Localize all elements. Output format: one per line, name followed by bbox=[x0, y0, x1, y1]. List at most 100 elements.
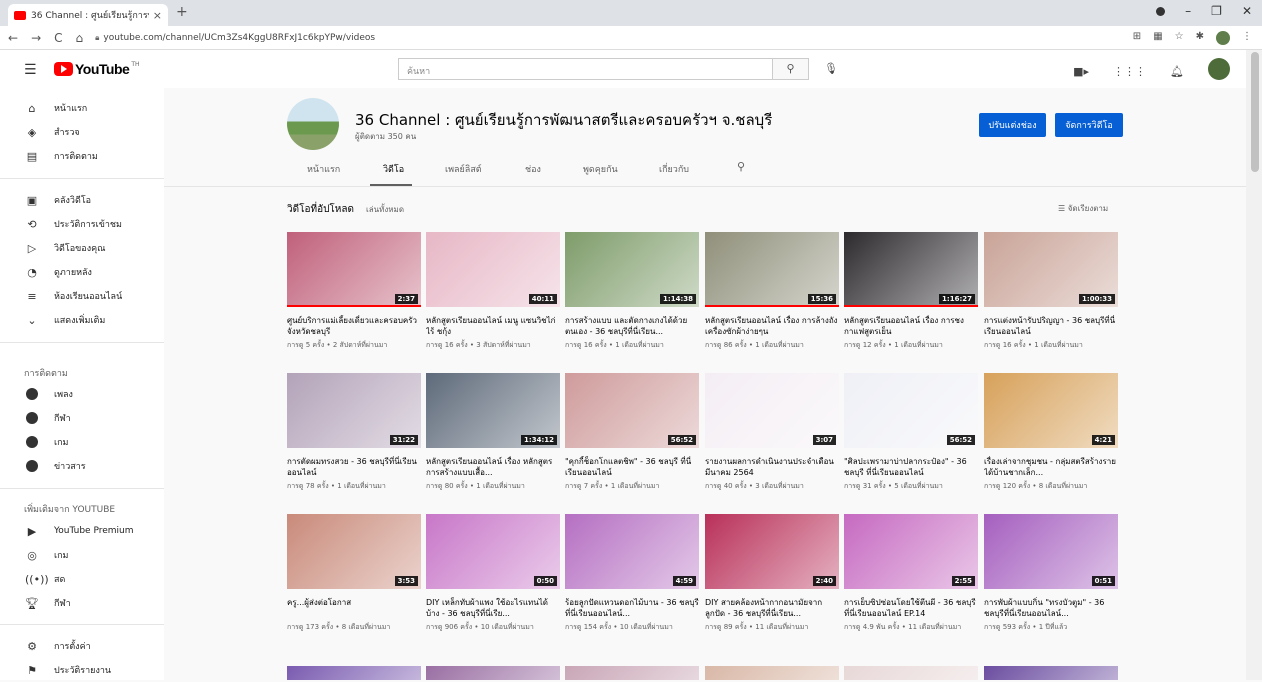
back-icon[interactable]: ← bbox=[8, 31, 18, 45]
video-thumbnail[interactable]: 40:11 bbox=[426, 232, 560, 307]
sidebar-item-your-videos[interactable]: ▷ วิดีโอของคุณ bbox=[0, 236, 164, 260]
sidebar-item-youtube-premium[interactable]: ▶ YouTube Premium bbox=[0, 519, 164, 543]
new-tab-button[interactable]: + bbox=[176, 4, 188, 20]
video-card[interactable]: 4:21 เรื่องเล่าจากชุมชน - กลุ่มสตรีสร้างร… bbox=[984, 373, 1118, 491]
search-button[interactable]: ⚲ bbox=[773, 58, 809, 80]
sidebar-item-show-more[interactable]: ⌄ แสดงเพิ่มเติม bbox=[0, 308, 164, 332]
video-thumbnail[interactable]: 3:53 bbox=[287, 514, 421, 589]
video-thumbnail-partial[interactable] bbox=[287, 666, 421, 680]
sidebar-sub-gaming[interactable]: เกม bbox=[0, 430, 164, 454]
tab-playlists[interactable]: เพลย์ลิสต์ bbox=[445, 162, 482, 176]
video-thumbnail[interactable]: 2:40 bbox=[705, 514, 839, 589]
tab-channels[interactable]: ช่อง bbox=[525, 162, 541, 176]
lock-icon[interactable]: 🔒︎ bbox=[95, 33, 99, 43]
video-thumbnail[interactable]: 31:22 bbox=[287, 373, 421, 448]
sidebar-item-settings[interactable]: ⚙ การตั้งค่า bbox=[0, 634, 164, 658]
video-title[interactable]: การแต่งหน้ารับปริญญา - 36 ชลบุรีที่นี่เร… bbox=[984, 315, 1118, 337]
channel-search-icon[interactable]: ⚲ bbox=[737, 160, 745, 173]
video-card[interactable]: 40:11 หลักสูตรเรียนออนไลน์ เมนู แซนวิชไก่… bbox=[426, 232, 560, 350]
translate-icon[interactable]: ⊞ bbox=[1133, 31, 1141, 45]
puzzle-icon[interactable]: ✱ bbox=[1196, 31, 1204, 45]
video-thumbnail[interactable]: 0:51 bbox=[984, 514, 1118, 589]
video-title[interactable]: การเย็บซิปซ่อนโดยใช้ตีนผี - 36 ชลบุรีที่… bbox=[844, 597, 978, 619]
tab-about[interactable]: เกี่ยวกับ bbox=[659, 162, 689, 176]
apps-grid-icon[interactable]: ⋮⋮⋮ bbox=[1113, 65, 1146, 78]
video-title[interactable]: "ศิลปะเพรามาบ่าปลากระป๋อง" - 36 ชลบุรี ท… bbox=[844, 456, 978, 478]
video-thumbnail[interactable]: 56:52 bbox=[565, 373, 699, 448]
video-thumbnail-partial[interactable] bbox=[844, 666, 978, 680]
tab-discussion[interactable]: พูดคุยกัน bbox=[583, 162, 618, 176]
customize-channel-button[interactable]: ปรับแต่งช่อง bbox=[979, 113, 1046, 137]
close-tab-icon[interactable]: × bbox=[153, 9, 162, 22]
video-title[interactable]: DIY เหล็กทับผ้าแพง ใช้อะไรแทนได้บ้าง - 3… bbox=[426, 597, 560, 619]
profile-dot-icon[interactable] bbox=[1156, 7, 1166, 16]
video-thumbnail[interactable]: 4:21 bbox=[984, 373, 1118, 448]
video-title[interactable]: หลักสูตรเรียนออนไลน์ เรื่อง การล้างถังเค… bbox=[705, 315, 839, 337]
video-thumbnail[interactable]: 3:07 bbox=[705, 373, 839, 448]
sidebar-item-watch-later[interactable]: ◔ ดูภายหลัง bbox=[0, 260, 164, 284]
hamburger-menu-icon[interactable]: ☰ bbox=[24, 62, 37, 78]
video-card[interactable]: 1:14:38 การสร้างแบบ และตัดกางเกงได้ด้วยตน… bbox=[565, 232, 699, 350]
youtube-logo[interactable]: YouTube TH bbox=[54, 61, 140, 77]
video-thumbnail-partial[interactable] bbox=[426, 666, 560, 680]
video-title[interactable]: "คุกกี้ช็อกโกแลตชิพ" - 36 ชลบุรี ที่นี่เ… bbox=[565, 456, 699, 478]
video-title[interactable]: DIY สายคล้องหน้ากากอนามัยจากลูกปัด - 36 … bbox=[705, 597, 839, 619]
star-icon[interactable]: ☆ bbox=[1175, 31, 1184, 45]
browser-tab[interactable]: 36 Channel : ศูนย์เรียนรู้การพัฒนาส × bbox=[8, 4, 168, 26]
sidebar-item-report-history[interactable]: ⚑ ประวัติรายงาน bbox=[0, 658, 164, 682]
notifications-bell-icon[interactable]: 🔔︎ bbox=[1170, 65, 1184, 78]
video-title[interactable]: หลักสูตรเรียนออนไลน์ เรื่อง การชงกาแฟสูต… bbox=[844, 315, 978, 337]
sidebar-item-sports[interactable]: 🏆︎ กีฬา bbox=[0, 591, 164, 615]
video-title[interactable]: เรื่องเล่าจากชุมชน - กลุ่มสตรีสร้างรายได… bbox=[984, 456, 1118, 478]
minimize-icon[interactable]: – bbox=[1185, 4, 1191, 18]
url-text[interactable]: youtube.com/channel/UCm3Zs4KggU8RFxJ1c6k… bbox=[103, 33, 375, 43]
video-title[interactable]: หลักสูตรเรียนออนไลน์ เมนู แซนวิชไก่ไร้ ช… bbox=[426, 315, 560, 337]
create-video-icon[interactable]: ■▸ bbox=[1073, 65, 1089, 78]
sidebar-item-live[interactable]: ((•)) สด bbox=[0, 567, 164, 591]
sidebar-sub-music[interactable]: เพลง bbox=[0, 382, 164, 406]
search-input[interactable]: ค้นหา bbox=[398, 58, 773, 80]
video-title[interactable]: หลักสูตรเรียนออนไลน์ เรื่อง หลักสูตรการส… bbox=[426, 456, 560, 478]
sidebar-item-library[interactable]: ▣ คลังวิดีโอ bbox=[0, 188, 164, 212]
scrollbar-thumb[interactable] bbox=[1251, 52, 1259, 172]
video-title[interactable]: รายงานผลการดำเนินงานประจำเดือนมีนาคม 256… bbox=[705, 456, 839, 478]
video-thumbnail[interactable]: 1:00:33 bbox=[984, 232, 1118, 307]
video-card[interactable]: 1:00:33 การแต่งหน้ารับปริญญา - 36 ชลบุรีท… bbox=[984, 232, 1118, 350]
video-card[interactable]: 0:50 DIY เหล็กทับผ้าแพง ใช้อะไรแทนได้บ้าง… bbox=[426, 514, 560, 632]
video-card[interactable]: 1:16:27 หลักสูตรเรียนออนไลน์ เรื่อง การชง… bbox=[844, 232, 978, 350]
video-thumbnail-partial[interactable] bbox=[565, 666, 699, 680]
video-card[interactable]: 56:52 "คุกกี้ช็อกโกแลตชิพ" - 36 ชลบุรี ที… bbox=[565, 373, 699, 491]
close-window-icon[interactable]: ✕ bbox=[1242, 4, 1252, 18]
extension-icon[interactable]: ▦ bbox=[1153, 31, 1162, 45]
video-card[interactable]: 4:59 ร้อยลูกปัดแหวนดอกไม้บาน - 36 ชลบุรีท… bbox=[565, 514, 699, 632]
video-card[interactable]: 3:53 ครู...ผู้ส่งต่อโอกาส การดู 173 ครั้ง … bbox=[287, 514, 421, 632]
sidebar-item-explore[interactable]: ◈ สำรวจ bbox=[0, 120, 164, 144]
video-card[interactable]: 31:22 การตัดผมทรงสวย - 36 ชลบุรีที่นี่เรี… bbox=[287, 373, 421, 491]
video-thumbnail[interactable]: 4:59 bbox=[565, 514, 699, 589]
microphone-icon[interactable]: 🎙︎ bbox=[824, 62, 838, 75]
video-title[interactable]: ร้อยลูกปัดแหวนดอกไม้บาน - 36 ชลบุรีที่นี… bbox=[565, 597, 699, 619]
video-title[interactable]: การสร้างแบบ และตัดกางเกงได้ด้วยตนเอง - 3… bbox=[565, 315, 699, 337]
sidebar-item-subscriptions[interactable]: ▤ การติดตาม bbox=[0, 144, 164, 168]
video-card[interactable]: 15:36 หลักสูตรเรียนออนไลน์ เรื่อง การล้าง… bbox=[705, 232, 839, 350]
sidebar-sub-news[interactable]: ข่าวสาร bbox=[0, 454, 164, 478]
sidebar-item-home[interactable]: ⌂ หน้าแรก bbox=[0, 96, 164, 120]
video-card[interactable]: 2:40 DIY สายคล้องหน้ากากอนามัยจากลูกปัด -… bbox=[705, 514, 839, 632]
video-card[interactable]: 1:34:12 หลักสูตรเรียนออนไลน์ เรื่อง หลักส… bbox=[426, 373, 560, 491]
account-avatar[interactable] bbox=[1208, 58, 1230, 80]
video-thumbnail[interactable]: 1:14:38 bbox=[565, 232, 699, 307]
play-all-link[interactable]: เล่นทั้งหมด bbox=[366, 203, 404, 216]
video-thumbnail-partial[interactable] bbox=[984, 666, 1118, 680]
restore-icon[interactable]: ❐ bbox=[1211, 4, 1222, 18]
video-card[interactable]: 0:51 การพับผ้าแบบกิ่น "ทรงบัวตูม" - 36 ชล… bbox=[984, 514, 1118, 632]
video-thumbnail[interactable]: 1:34:12 bbox=[426, 373, 560, 448]
video-thumbnail[interactable]: 2:37 bbox=[287, 232, 421, 307]
video-thumbnail[interactable]: 15:36 bbox=[705, 232, 839, 307]
sidebar-item-history[interactable]: ⟲ ประวัติการเข้าชม bbox=[0, 212, 164, 236]
video-card[interactable]: 56:52 "ศิลปะเพรามาบ่าปลากระป๋อง" - 36 ชลบ… bbox=[844, 373, 978, 491]
home-icon[interactable]: ⌂ bbox=[76, 31, 84, 45]
tab-home[interactable]: หน้าแรก bbox=[307, 162, 340, 176]
video-title[interactable]: การตัดผมทรงสวย - 36 ชลบุรีที่นี่เรียนออน… bbox=[287, 456, 421, 478]
video-card[interactable]: 2:55 การเย็บซิปซ่อนโดยใช้ตีนผี - 36 ชลบุร… bbox=[844, 514, 978, 632]
video-thumbnail[interactable]: 2:55 bbox=[844, 514, 978, 589]
